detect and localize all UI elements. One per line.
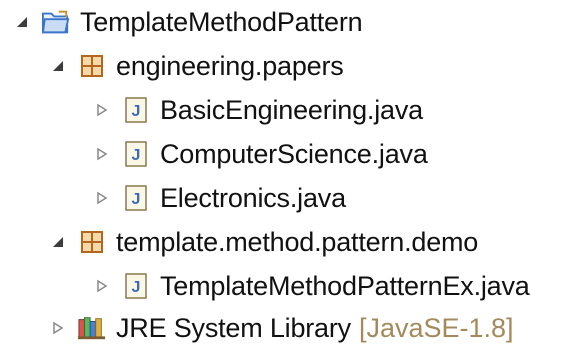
- tree-item-file[interactable]: J ComputerScience.java: [92, 132, 428, 176]
- collapsed-twisty-icon[interactable]: [92, 188, 112, 208]
- expanded-twisty-icon[interactable]: [48, 232, 68, 252]
- collapsed-twisty-icon[interactable]: [92, 276, 112, 296]
- tree-item-file[interactable]: J BasicEngineering.java: [92, 88, 423, 132]
- svg-text:J: J: [132, 191, 141, 208]
- collapsed-twisty-icon[interactable]: [92, 100, 112, 120]
- file-label: TemplateMethodPatternEx.java: [160, 271, 530, 301]
- file-label: ComputerScience.java: [160, 139, 428, 169]
- java-file-icon: J: [122, 184, 150, 212]
- java-file-icon: J: [122, 272, 150, 300]
- package-icon: [78, 52, 106, 80]
- svg-text:J: J: [132, 147, 141, 164]
- package-icon: [78, 228, 106, 256]
- tree-item-file[interactable]: J TemplateMethodPatternEx.java: [92, 264, 530, 308]
- package-label: engineering.papers: [116, 51, 344, 81]
- tree-item-file[interactable]: J Electronics.java: [92, 176, 346, 220]
- expanded-twisty-icon[interactable]: [48, 56, 68, 76]
- collapsed-twisty-icon[interactable]: [92, 144, 112, 164]
- package-label: template.method.pattern.demo: [116, 227, 479, 257]
- tree-item-library[interactable]: JRE System Library [JavaSE-1.8]: [48, 306, 514, 349]
- expanded-twisty-icon[interactable]: [12, 12, 32, 32]
- svg-text:J: J: [132, 279, 141, 296]
- project-label: TemplateMethodPattern: [80, 7, 363, 37]
- java-file-icon: J: [122, 140, 150, 168]
- collapsed-twisty-icon[interactable]: [48, 318, 68, 338]
- svg-text:J: J: [132, 103, 141, 120]
- library-version-decoration: [JavaSE-1.8]: [358, 313, 514, 343]
- tree-item-package[interactable]: engineering.papers: [48, 44, 344, 88]
- java-file-icon: J: [122, 96, 150, 124]
- tree-item-project[interactable]: TemplateMethodPattern: [12, 0, 363, 44]
- library-icon: [78, 314, 106, 342]
- project-folder-icon: [42, 8, 70, 36]
- file-label: Electronics.java: [160, 183, 346, 213]
- file-label: BasicEngineering.java: [160, 95, 423, 125]
- package-explorer-tree: TemplateMethodPattern engineering.papers…: [0, 0, 582, 349]
- tree-item-package[interactable]: template.method.pattern.demo: [48, 220, 478, 264]
- library-label: JRE System Library: [116, 313, 351, 343]
